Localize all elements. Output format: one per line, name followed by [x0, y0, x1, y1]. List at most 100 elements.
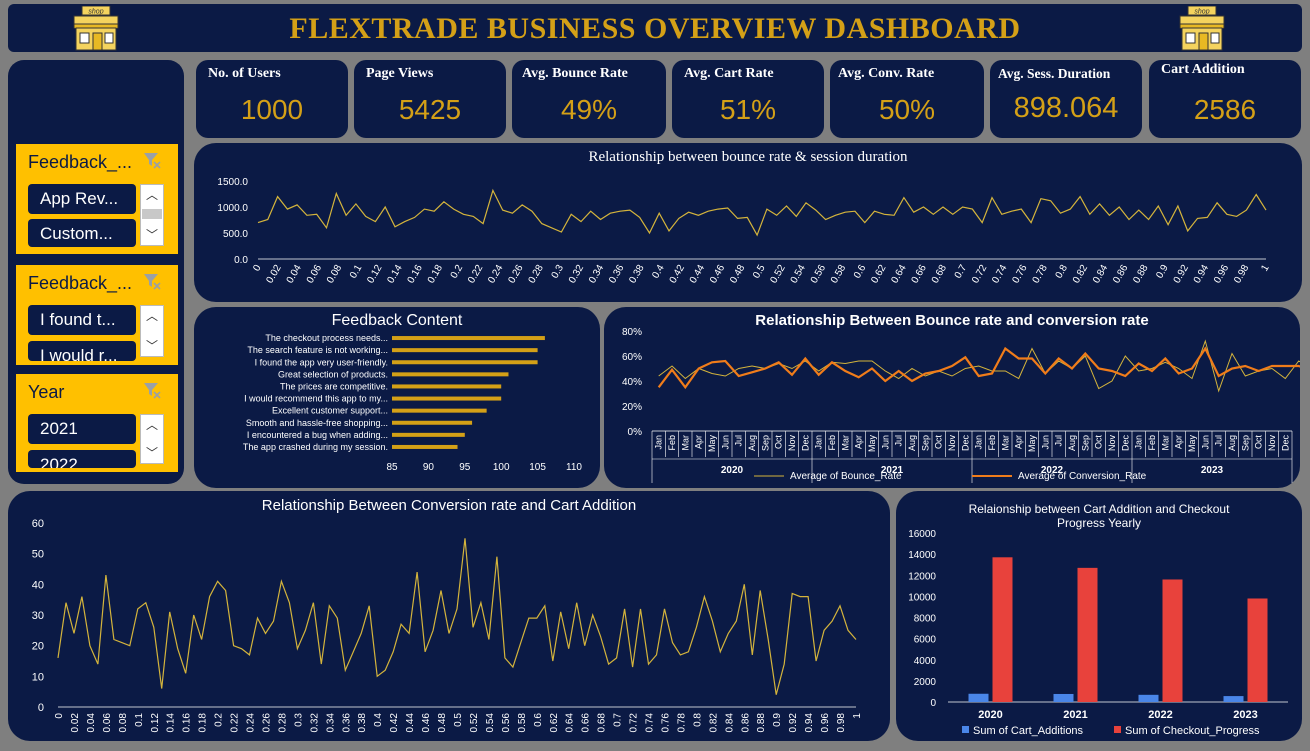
x-tick-label: 0.52 [469, 713, 480, 733]
x-tick-label: 0.4 [373, 713, 384, 727]
category-label: I encountered a bug when adding... [247, 430, 388, 440]
x-tick-label: 0.62 [869, 263, 888, 286]
x-tick-label: 0.7 [953, 263, 970, 281]
month-label: Mar [1160, 435, 1170, 451]
x-tick-label: 0.58 [829, 263, 848, 286]
chevron-up-icon[interactable]: ︿ [141, 415, 163, 435]
x-tick-label: 0.24 [246, 713, 257, 733]
y-tick-label: 60 [32, 518, 44, 530]
x-tick-label: 0.82 [708, 713, 719, 733]
x-tick-label: 0.64 [565, 713, 576, 733]
slicer-title: Feedback_... [28, 152, 133, 172]
kpi-card-conv-rate: Avg. Conv. Rate 50% [830, 60, 984, 138]
x-tick-label: 0.86 [740, 713, 751, 733]
chevron-down-icon[interactable]: ﹀ [141, 443, 163, 463]
y-tick-label: 10000 [908, 592, 936, 603]
slicer-item[interactable]: Custom... [28, 219, 136, 247]
month-label: Sep [1080, 435, 1090, 451]
x-tick-label: 0.22 [466, 263, 485, 286]
slicer-feedback-1: Feedback_... App Rev... Custom... ︿ ﹀ [16, 144, 178, 254]
slicer-scrollbar[interactable]: ︿ ﹀ [140, 305, 164, 357]
x-tick-label: 1 [1259, 263, 1272, 274]
clear-filter-icon[interactable] [142, 150, 162, 170]
chevron-up-icon[interactable]: ︿ [141, 306, 163, 326]
chevron-down-icon[interactable]: ﹀ [141, 225, 163, 245]
x-tick-label: 0.78 [1031, 263, 1050, 286]
month-label: Apr [854, 435, 864, 449]
slicer-scrollbar[interactable]: ︿ ﹀ [140, 184, 164, 246]
year-label: 2023 [1201, 465, 1224, 476]
x-tick-label: 0.42 [389, 713, 400, 733]
month-label: Jul [1054, 435, 1064, 447]
x-tick-label: 0.88 [756, 713, 767, 733]
dashboard-header: shop FLEXTRADE BUSINESS OVERVIEW DASHBOA… [8, 4, 1302, 52]
x-tick-label: 0.1 [348, 263, 365, 281]
y-tick-label: 10 [32, 671, 44, 683]
kpi-value: 1000 [240, 94, 304, 125]
x-tick-label: 0.2 [214, 713, 225, 727]
bar [392, 348, 538, 353]
x-tick-label: 0.92 [1172, 263, 1191, 286]
y-tick-label: 40 [32, 579, 44, 591]
bar-checkout-progress [1162, 579, 1183, 702]
clear-filter-icon[interactable] [142, 380, 162, 400]
x-tick-label: 0.06 [102, 713, 113, 733]
bar-checkout-progress [1077, 567, 1098, 702]
chevron-up-icon[interactable]: ︿ [141, 185, 163, 205]
slicer-sidebar: Feedback_... App Rev... Custom... ︿ ﹀ Fe… [8, 60, 184, 484]
legend-label-cart: Sum of Cart_Additions [973, 725, 1084, 737]
month-label: Apr [1014, 435, 1024, 449]
x-tick-label: 1 [852, 713, 863, 719]
bar [392, 372, 509, 377]
x-tick-label: 0.92 [788, 713, 799, 733]
x-tick-label: 0.3 [550, 263, 567, 281]
x-tick-label: 0.04 [285, 263, 304, 286]
kpi-card-cart-rate: Avg. Cart Rate 51% [672, 60, 824, 138]
slicer-item[interactable]: App Rev... [28, 184, 136, 214]
x-tick-label: 2022 [1148, 709, 1172, 721]
x-tick-label: 0.4 [650, 263, 667, 281]
scroll-thumb[interactable] [142, 209, 162, 219]
category-label: I would recommend this app to my... [244, 394, 388, 404]
clear-filter-icon[interactable] [142, 271, 162, 291]
category-label: The checkout process needs... [265, 333, 388, 343]
x-tick-label: 0.6 [533, 713, 544, 727]
x-tick-label: 0.12 [150, 713, 161, 733]
x-tick-label: 0.72 [970, 263, 989, 286]
x-tick-label: 0.72 [629, 713, 640, 733]
bar [392, 432, 465, 437]
slicer-scrollbar[interactable]: ︿ ﹀ [140, 414, 164, 464]
x-tick-label: 0.56 [809, 263, 828, 286]
month-label: Aug [1067, 435, 1077, 451]
month-label: Jan [654, 435, 664, 450]
month-label: May [1027, 435, 1037, 453]
month-label: Oct [774, 435, 784, 450]
x-tick-label: 0.58 [517, 713, 528, 733]
slicer-item-2022[interactable]: 2022 [28, 450, 136, 468]
month-label: Feb [827, 435, 837, 451]
kpi-card-session-duration: Avg. Sess. Duration 898.064 [990, 60, 1142, 138]
bar [392, 420, 473, 425]
slicer-item[interactable]: I found t... [28, 305, 136, 335]
x-tick-label: 0.38 [357, 713, 368, 733]
slicer-item[interactable]: I would r... [28, 341, 136, 361]
x-tick-label: 0.86 [1111, 263, 1130, 286]
x-tick-label: 0.66 [910, 263, 929, 286]
chevron-down-icon[interactable]: ﹀ [141, 336, 163, 356]
category-label: The search feature is not working... [247, 345, 388, 355]
x-tick-label: 0.36 [607, 263, 626, 286]
month-label: Oct [1094, 435, 1104, 450]
bar [392, 396, 502, 401]
month-label: Nov [1107, 435, 1117, 452]
shop-icon: shop [1179, 6, 1225, 51]
slicer-title: Year [28, 382, 65, 402]
x-tick-label: 0.16 [182, 713, 193, 733]
legend-swatch-checkout [1114, 726, 1121, 733]
bar-cart-additions [1053, 693, 1074, 702]
month-label: Jul [1214, 435, 1224, 447]
x-tick-label: 0.14 [166, 713, 177, 733]
y-tick-label: 40% [622, 377, 642, 388]
kpi-label: Page Views [366, 66, 434, 81]
kpi-card-users: No. of Users 1000 [196, 60, 348, 138]
slicer-item-2021[interactable]: 2021 [28, 414, 136, 444]
